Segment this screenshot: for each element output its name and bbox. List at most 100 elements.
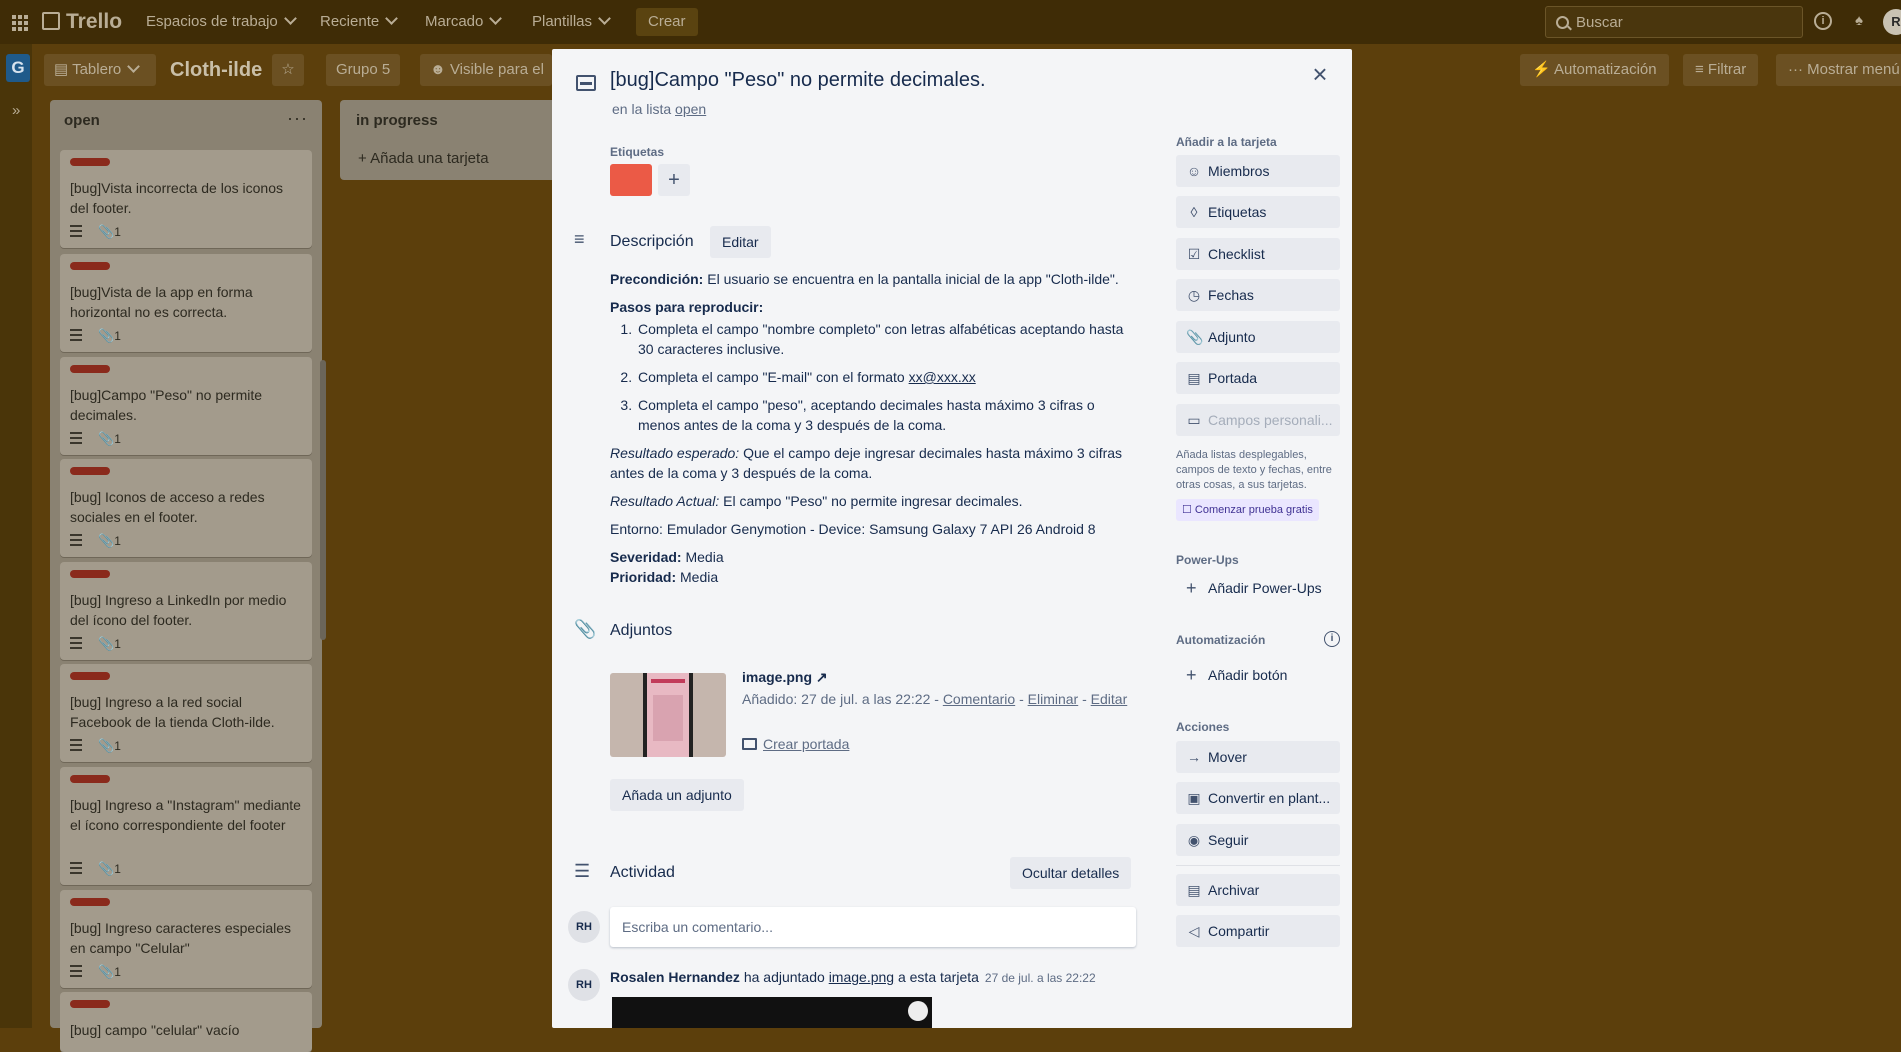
attachment-thumbnail[interactable]	[610, 673, 726, 757]
checkbox-icon: ☑	[1187, 246, 1201, 262]
list-card[interactable]: [bug] Ingreso caracteres especiales en c…	[60, 890, 312, 988]
workspace-group-button[interactable]: Grupo 5	[326, 54, 401, 86]
card-title: [bug]Vista incorrecta de los iconos del …	[70, 180, 283, 216]
card-badges: 📎 1	[70, 636, 121, 652]
info-icon[interactable]: i	[1324, 631, 1340, 647]
nav-starred[interactable]: Marcado	[425, 0, 503, 44]
person-icon: ☺	[1186, 163, 1202, 179]
close-icon[interactable]: ×	[1308, 61, 1332, 87]
activity-heading: Actividad	[610, 864, 675, 881]
trello-logo[interactable]: Trello	[42, 0, 122, 44]
attachment-name[interactable]: image.png ↗	[742, 669, 828, 686]
members-button[interactable]: ☺ Miembros	[1176, 155, 1340, 187]
attachment-button[interactable]: 📎 Adjunto	[1176, 321, 1340, 353]
search-input[interactable]: Buscar	[1545, 6, 1803, 38]
move-button[interactable]: → Mover	[1176, 741, 1340, 773]
visibility-button[interactable]: ☻ Visible para el	[420, 54, 552, 86]
plus-icon: +	[1186, 578, 1197, 598]
board-view-icon: ▤	[54, 61, 73, 78]
description-icon	[70, 739, 82, 751]
card-title[interactable]: [bug]Campo "Peso" no permite decimales.	[610, 69, 986, 92]
comment-input[interactable]: Escriba un comentario...	[610, 907, 1136, 947]
attachment-icon: 📎	[98, 861, 115, 876]
add-attachment-button[interactable]: Añada un adjunto	[610, 779, 744, 811]
card-label	[70, 570, 110, 578]
notification-bell-icon[interactable]: ♠	[1850, 12, 1868, 30]
avatar[interactable]: RH	[568, 969, 600, 1001]
workspace-rail	[0, 44, 32, 1028]
add-button-button[interactable]: + Añadir botón	[1176, 659, 1340, 691]
cover-button[interactable]: ▤ Portada	[1176, 362, 1340, 394]
checklist-button[interactable]: ☑ Checklist	[1176, 238, 1340, 270]
list-card[interactable]: [bug] Ingreso a "Instagram" mediante el …	[60, 767, 312, 885]
hide-details-button[interactable]: Ocultar detalles	[1010, 857, 1132, 889]
actions-heading: Acciones	[1176, 720, 1230, 734]
list-link[interactable]: open	[675, 101, 706, 117]
list-scrollbar[interactable]	[320, 360, 326, 640]
list-card[interactable]: [bug] Ingreso a LinkedIn por medio del í…	[60, 562, 312, 660]
attachment-delete-link[interactable]: Eliminar	[1028, 691, 1079, 707]
step-item: Completa el campo "nombre completo" con …	[636, 319, 1140, 359]
add-label-button[interactable]: +	[658, 164, 690, 196]
card-badges: 📎 1	[70, 738, 121, 754]
chevron-down-icon	[598, 12, 611, 25]
activity-file-link[interactable]: image.png	[829, 969, 894, 985]
workspace-badge[interactable]: G	[6, 54, 30, 82]
card-title: [bug]Campo "Peso" no permite decimales.	[70, 387, 263, 423]
labels-button[interactable]: ◊ Etiquetas	[1176, 196, 1340, 228]
nav-recent[interactable]: Reciente	[320, 0, 399, 44]
list-card[interactable]: [bug]Vista de la app en forma horizontal…	[60, 254, 312, 352]
list-card[interactable]: [bug] campo "celular" vacío	[60, 992, 312, 1052]
filter-button[interactable]: ≡ Filtrar	[1683, 54, 1759, 86]
custom-fields-button[interactable]: ▭ Campos personali...	[1176, 404, 1340, 436]
description-icon	[70, 225, 82, 237]
list-card[interactable]: [bug]Vista incorrecta de los iconos del …	[60, 150, 312, 248]
description-icon	[70, 637, 82, 649]
start-trial-button[interactable]: ☐ Comenzar prueba gratis	[1176, 499, 1319, 521]
avatar[interactable]: RH	[568, 911, 600, 943]
step-item: Completa el campo "peso", aceptando deci…	[636, 395, 1140, 435]
dates-button[interactable]: ◷ Fechas	[1176, 279, 1340, 311]
chevron-down-icon	[489, 12, 503, 25]
board-view-switcher[interactable]: ▤ Tablero	[44, 54, 156, 86]
attachments-heading: Adjuntos	[610, 622, 673, 639]
card-title: [bug] Ingreso caracteres especiales en c…	[70, 920, 292, 956]
follow-button[interactable]: ◉ Seguir	[1176, 824, 1340, 856]
user-avatar[interactable]: R	[1883, 9, 1901, 35]
attachment-icon: 📎	[98, 636, 115, 651]
board-title[interactable]: Cloth-ilde	[170, 54, 262, 86]
attachment-icon: 📎	[98, 738, 115, 753]
tag-icon: ◊	[1190, 204, 1198, 220]
automation-button[interactable]: ⚡ Automatización	[1520, 54, 1669, 86]
attachment-edit-link[interactable]: Editar	[1091, 691, 1128, 707]
card-label	[70, 262, 110, 270]
star-icon[interactable]: ☆	[272, 54, 304, 86]
list-card[interactable]: [bug] Ingreso a la red social Facebook d…	[60, 664, 312, 762]
chevron-down-icon	[283, 12, 297, 25]
create-button[interactable]: Crear	[636, 8, 698, 36]
apps-grid-icon[interactable]	[10, 0, 30, 44]
list-menu-icon[interactable]: ···	[287, 108, 308, 129]
expand-sidebar-icon[interactable]: »	[12, 102, 20, 119]
attachment-comment-link[interactable]: Comentario	[943, 691, 1015, 707]
make-cover-link[interactable]: Crear portada	[742, 736, 849, 752]
card-label-red[interactable]	[610, 164, 652, 196]
nav-workspaces[interactable]: Espacios de trabajo	[146, 0, 297, 44]
add-powerups-button[interactable]: + Añadir Power-Ups	[1176, 572, 1340, 604]
info-icon[interactable]: i	[1814, 12, 1832, 30]
activity-image-preview[interactable]	[612, 997, 932, 1028]
add-card-button[interactable]: + Añada una tarjeta	[358, 150, 489, 167]
list-title[interactable]: open	[64, 112, 100, 129]
edit-description-button[interactable]: Editar	[710, 226, 771, 258]
list-card[interactable]: [bug] Iconos de acceso a redes sociales …	[60, 459, 312, 557]
list-card[interactable]: [bug]Campo "Peso" no permite decimales. …	[60, 357, 312, 455]
make-template-button[interactable]: ▣ Convertir en plant...	[1176, 782, 1340, 814]
share-button[interactable]: ◁ Compartir	[1176, 915, 1340, 947]
list-title[interactable]: in progress	[356, 112, 438, 129]
email-format-link[interactable]: xx@xxx.xx	[909, 369, 976, 385]
arrow-right-icon: →	[1187, 749, 1201, 765]
nav-templates[interactable]: Plantillas	[532, 0, 611, 44]
archive-button[interactable]: ▤ Archivar	[1176, 874, 1340, 906]
list-in-progress: in progress + Añada una tarjeta	[340, 100, 570, 180]
show-menu-button[interactable]: ··· Mostrar menú	[1776, 54, 1901, 86]
